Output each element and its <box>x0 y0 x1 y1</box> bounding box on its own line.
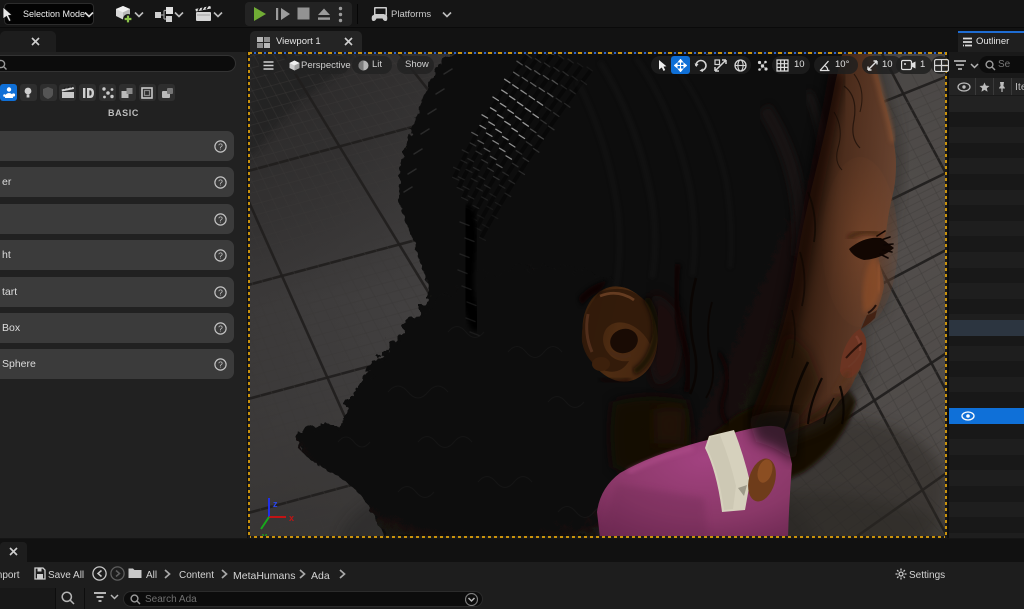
svg-text:?: ? <box>218 360 223 370</box>
svg-text:?: ? <box>218 287 223 297</box>
svg-text:x: x <box>289 513 294 523</box>
svg-text:z: z <box>273 499 278 509</box>
svg-text:?: ? <box>218 251 223 261</box>
svg-text:?: ? <box>218 214 223 224</box>
svg-text:?: ? <box>218 142 223 152</box>
svg-text:?: ? <box>218 178 223 188</box>
svg-text:?: ? <box>218 324 223 334</box>
